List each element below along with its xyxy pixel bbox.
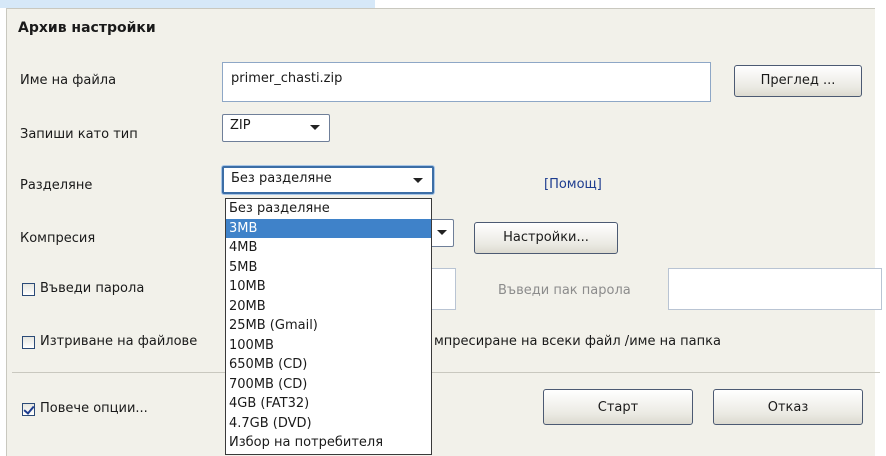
- help-link[interactable]: [Помощ]: [544, 177, 602, 192]
- split-dropdown-list: Без разделяне 3MB 4MB 5MB 10MB 20MB 25MB…: [225, 198, 432, 455]
- split-value: Без разделяне: [231, 171, 332, 186]
- split-option-highlighted[interactable]: 3MB: [226, 218, 431, 238]
- chevron-down-icon: [437, 230, 447, 235]
- save-type-label: Запиши като тип: [20, 127, 138, 142]
- save-type-value: ZIP: [230, 118, 251, 133]
- split-option[interactable]: Избор на потребителя: [226, 433, 431, 453]
- filename-label: Име на файла: [20, 73, 117, 88]
- divider: [12, 372, 880, 373]
- split-select[interactable]: Без разделяне: [222, 166, 434, 194]
- split-option[interactable]: 4GB (FAT32): [226, 394, 431, 414]
- page-title: Архив настройки: [18, 20, 156, 36]
- split-label: Разделяне: [20, 178, 93, 193]
- delete-files-label: Изтриване на файлове: [40, 334, 198, 349]
- confirm-password-field[interactable]: [668, 268, 882, 310]
- start-button[interactable]: Старт: [543, 389, 693, 425]
- split-option[interactable]: 4MB: [226, 238, 431, 258]
- filename-field[interactable]: primer_chasti.zip: [222, 62, 711, 102]
- filename-value: primer_chasti.zip: [231, 71, 343, 86]
- split-option[interactable]: 650MB (CD): [226, 355, 431, 375]
- cancel-button[interactable]: Отказ: [713, 389, 863, 425]
- save-type-select[interactable]: ZIP: [222, 114, 330, 142]
- background-strip: [0, 0, 375, 8]
- password-checkbox[interactable]: [22, 283, 35, 296]
- more-options-checkbox[interactable]: [22, 403, 35, 416]
- compression-label: Компресия: [20, 231, 96, 246]
- split-option[interactable]: 10MB: [226, 277, 431, 297]
- compression-select[interactable]: [430, 219, 454, 247]
- split-option[interactable]: 5MB: [226, 258, 431, 278]
- separate-archive-label: мпресиране на всеки файл /име на папка: [434, 334, 721, 349]
- settings-button[interactable]: Настройки...: [474, 222, 618, 254]
- split-option[interactable]: 100MB: [226, 336, 431, 356]
- browse-button[interactable]: Преглед ...: [734, 65, 862, 97]
- split-option[interactable]: 20MB: [226, 297, 431, 317]
- delete-files-checkbox[interactable]: [22, 336, 35, 349]
- split-option[interactable]: 700MB (CD): [226, 375, 431, 395]
- split-option[interactable]: 4.7GB (DVD): [226, 414, 431, 434]
- more-options-label: Повече опции...: [40, 401, 148, 416]
- chevron-down-icon: [413, 178, 423, 183]
- confirm-password-label: Въведи пак парола: [498, 283, 631, 298]
- split-option[interactable]: 25MB (Gmail): [226, 316, 431, 336]
- chevron-down-icon: [310, 125, 320, 130]
- split-option[interactable]: Без разделяне: [226, 199, 431, 219]
- password-checkbox-label: Въведи парола: [40, 281, 145, 296]
